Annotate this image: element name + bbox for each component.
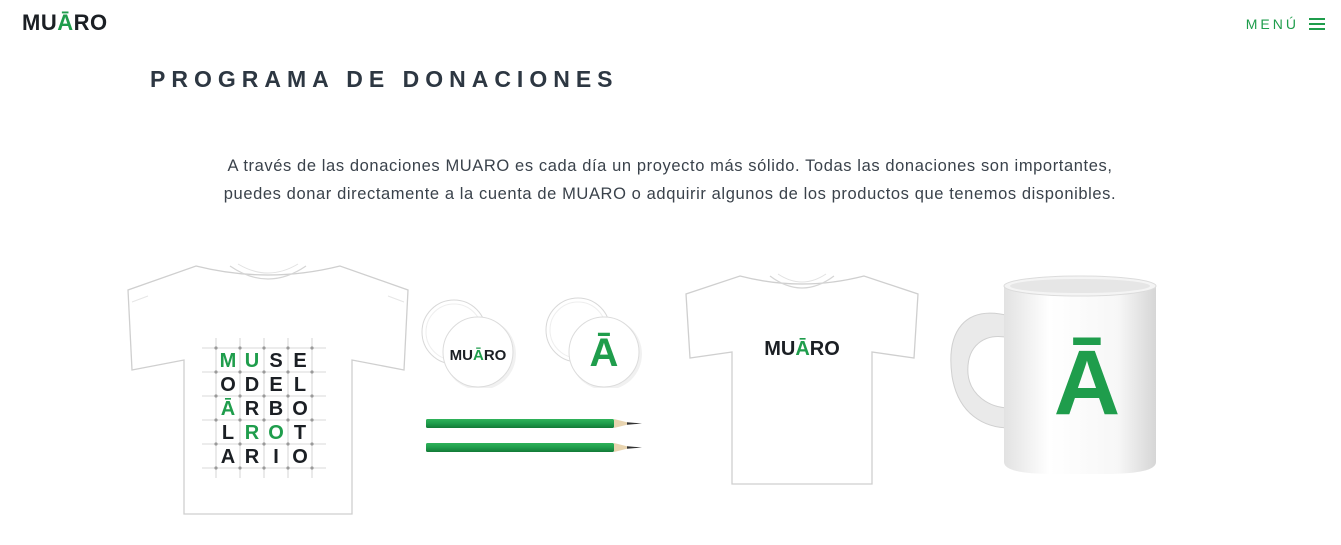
grid-letter: O [268, 422, 284, 444]
logo-highlight: Ā [57, 10, 74, 35]
grid-letter: I [273, 446, 279, 468]
tshirt-logo-product[interactable]: MUĀRO [684, 272, 920, 486]
svg-text:MUĀRO: MUĀRO [450, 347, 507, 364]
tshirt-logo-suffix: RO [810, 338, 840, 360]
logo-suffix: RO [73, 10, 108, 35]
page-title: PROGRAMA DE DONACIONES [150, 66, 619, 92]
pencil-2 [426, 443, 642, 452]
site-logo[interactable]: MUĀRO [22, 10, 108, 36]
grid-letter: O [220, 374, 236, 396]
pin-logo-highlight: Ā [473, 347, 484, 364]
products-showcase: MUSEODELĀRBOLROTARIO MUĀRO Ā MUĀRO Ā [0, 250, 1341, 540]
pencils-product[interactable] [424, 414, 646, 458]
grid-letter: R [245, 422, 260, 444]
grid-letter: L [294, 374, 306, 396]
grid-letter: L [222, 422, 234, 444]
grid-letter: D [245, 374, 259, 396]
grid-letter: T [294, 422, 306, 444]
tshirt-logo-highlight: Ā [795, 338, 809, 360]
grid-letter: S [269, 350, 282, 372]
grid-letter: O [292, 446, 308, 468]
mug-letter: Ā [1054, 332, 1120, 434]
grid-letter: O [292, 398, 308, 420]
pin-logo-suffix: RO [484, 347, 507, 364]
grid-letter: E [293, 350, 306, 372]
tshirt-grid-product[interactable]: M U S EO D E LĀ R B OL R O TA R I O [126, 262, 410, 517]
grid-letter: Ā [221, 398, 235, 420]
intro-line-2: puedes donar directamente a la cuenta de… [223, 185, 1117, 203]
pin-logo-prefix: MU [450, 347, 473, 364]
grid-letter: R [245, 446, 260, 468]
intro-line-1: A través de las donaciones MUARO es cada… [227, 157, 1113, 175]
menu-button[interactable]: MENÚ [1246, 16, 1325, 32]
grid-letter: B [269, 398, 283, 420]
pencil-1 [426, 419, 642, 428]
button-pins-product[interactable]: MUĀRO Ā [418, 292, 650, 388]
intro-text: A través de las donaciones MUARO es cada… [120, 152, 1220, 208]
grid-letter: M [220, 350, 237, 372]
grid-letter: R [245, 398, 260, 420]
mug-product[interactable]: Ā [944, 274, 1166, 480]
grid-letter: A [221, 446, 235, 468]
svg-text:MUĀRO: MUĀRO [764, 338, 840, 360]
hamburger-icon [1309, 17, 1325, 31]
grid-letter: E [269, 374, 282, 396]
pin-letter: Ā [590, 331, 619, 375]
tshirt-logo-prefix: MU [764, 338, 795, 360]
grid-letter: U [245, 350, 259, 372]
logo-prefix: MU [22, 10, 58, 35]
menu-label: MENÚ [1245, 16, 1299, 32]
